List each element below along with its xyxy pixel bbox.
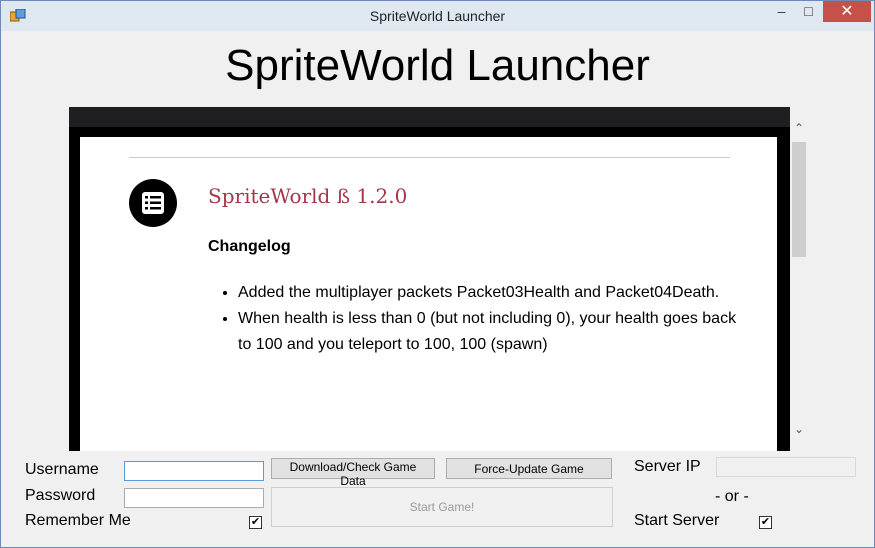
list-item: When health is less than 0 (but not incl… bbox=[238, 306, 738, 358]
username-input[interactable] bbox=[124, 461, 264, 481]
changelog-heading: Changelog bbox=[208, 238, 291, 255]
launcher-window: SpriteWorld Launcher – □ ✕ SpriteWorld L… bbox=[0, 0, 875, 548]
server-ip-label: Server IP bbox=[634, 458, 701, 475]
news-browser[interactable]: SpriteWorld ß 1.2.0 Changelog Added the … bbox=[69, 107, 790, 451]
browser-header-bar bbox=[69, 107, 790, 127]
title-bar[interactable]: SpriteWorld Launcher – □ ✕ bbox=[1, 1, 874, 31]
window-title: SpriteWorld Launcher bbox=[369, 8, 506, 24]
close-icon: ✕ bbox=[840, 3, 854, 20]
password-label: Password bbox=[25, 487, 96, 504]
server-ip-input[interactable] bbox=[716, 457, 856, 477]
remember-me-label: Remember Me bbox=[25, 512, 131, 529]
minimize-icon: – bbox=[777, 3, 786, 19]
force-update-button[interactable]: Force-Update Game bbox=[446, 458, 612, 479]
news-page: SpriteWorld ß 1.2.0 Changelog Added the … bbox=[80, 137, 777, 451]
close-button[interactable]: ✕ bbox=[823, 1, 871, 22]
scroll-thumb[interactable] bbox=[792, 142, 806, 257]
maximize-icon: □ bbox=[804, 3, 813, 19]
post-title: SpriteWorld ß 1.2.0 bbox=[208, 184, 408, 208]
news-scrollbar[interactable]: ⌃ ⌄ bbox=[790, 120, 808, 440]
maximize-button[interactable]: □ bbox=[795, 1, 822, 22]
start-server-label: Start Server bbox=[634, 512, 720, 529]
minimize-button[interactable]: – bbox=[768, 1, 795, 22]
scroll-up-icon[interactable]: ⌃ bbox=[790, 120, 808, 136]
changelog-list: Added the multiplayer packets Packet03He… bbox=[238, 280, 738, 358]
start-game-button[interactable]: Start Game! bbox=[271, 487, 613, 527]
password-input[interactable] bbox=[124, 488, 264, 508]
download-check-button[interactable]: Download/Check Game Data bbox=[271, 458, 435, 488]
remember-me-checkbox[interactable]: ✔ bbox=[249, 516, 262, 529]
list-document-icon bbox=[129, 179, 177, 227]
start-server-checkbox[interactable]: ✔ bbox=[759, 516, 772, 529]
page-title: SpriteWorld Launcher bbox=[225, 41, 650, 90]
scroll-down-icon[interactable]: ⌄ bbox=[790, 421, 808, 437]
or-separator: - or - bbox=[715, 488, 749, 505]
divider bbox=[129, 157, 730, 158]
list-item: Added the multiplayer packets Packet03He… bbox=[238, 280, 738, 306]
username-label: Username bbox=[25, 461, 99, 478]
